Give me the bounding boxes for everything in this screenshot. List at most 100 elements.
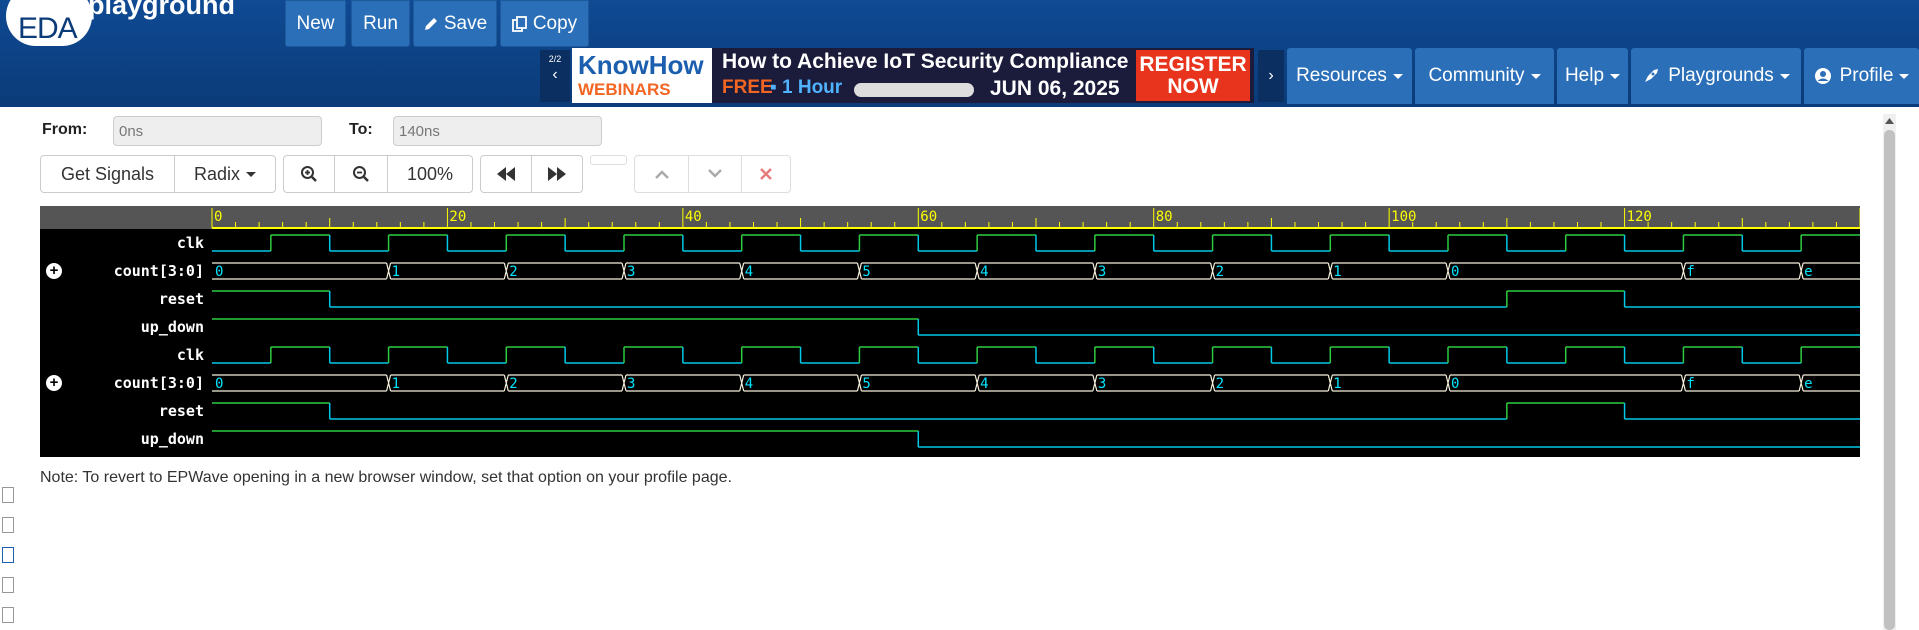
timeline-tick-label: 0 bbox=[214, 209, 222, 225]
save-button[interactable]: Save bbox=[413, 0, 497, 47]
bus-value: 0 bbox=[1451, 264, 1459, 280]
bus-value: 5 bbox=[862, 376, 870, 392]
bus-value: 5 bbox=[862, 264, 870, 280]
banner-prev-button[interactable]: 2/2 ‹ bbox=[540, 50, 570, 102]
bus-transition bbox=[1092, 374, 1098, 392]
bus-value: 1 bbox=[1333, 376, 1341, 392]
chevron-down-icon bbox=[708, 169, 722, 178]
bus-value: e bbox=[1804, 376, 1812, 392]
run-button[interactable]: Run bbox=[351, 0, 410, 47]
checkbox[interactable] bbox=[2, 547, 14, 563]
copy-button-label: Copy bbox=[532, 12, 578, 34]
empty-button[interactable] bbox=[590, 155, 627, 165]
timeline-tick-label: 80 bbox=[1156, 209, 1173, 225]
bus-value: 3 bbox=[1098, 264, 1106, 280]
new-button[interactable]: New bbox=[285, 0, 346, 47]
bus-transition bbox=[503, 262, 509, 280]
copy-button[interactable]: Copy bbox=[500, 0, 589, 47]
bus-transition bbox=[1209, 262, 1216, 280]
bus-value: e bbox=[1804, 264, 1812, 280]
copy-icon bbox=[511, 15, 527, 32]
pencil-icon bbox=[424, 17, 437, 30]
epwave-note: Note: To revert to EPWave opening in a n… bbox=[40, 469, 732, 486]
jump-start-button[interactable] bbox=[480, 155, 532, 193]
caret-down-icon bbox=[1899, 73, 1910, 79]
bus-transition bbox=[1445, 374, 1451, 392]
nav-profile-label: Profile bbox=[1839, 65, 1894, 86]
scrollbar-thumb[interactable] bbox=[1884, 130, 1895, 630]
bus-transition bbox=[739, 374, 745, 392]
bus-transition bbox=[974, 262, 980, 280]
caret-down-icon bbox=[1530, 73, 1541, 79]
fast-backward-icon bbox=[497, 167, 515, 181]
webinar-banner[interactable]: KnowHow WEBINARS How to Achieve IoT Secu… bbox=[572, 48, 1254, 103]
to-label: To: bbox=[349, 121, 373, 138]
banner-page-indicator: 2/2 bbox=[548, 54, 562, 64]
new-button-label: New bbox=[296, 12, 335, 34]
bus-transition bbox=[974, 374, 980, 392]
bus-transition bbox=[1209, 374, 1216, 392]
zoom-level[interactable]: 100% bbox=[387, 155, 473, 193]
nav-help[interactable]: Help bbox=[1557, 48, 1628, 104]
to-input[interactable] bbox=[393, 116, 602, 146]
move-up-button[interactable] bbox=[634, 155, 689, 193]
nav-profile[interactable]: Profile bbox=[1804, 48, 1919, 104]
bus-transition bbox=[1327, 262, 1333, 280]
bus-transition bbox=[1798, 262, 1804, 280]
move-down-button[interactable] bbox=[688, 155, 742, 193]
zoom-in-button[interactable] bbox=[283, 155, 335, 193]
background-editor-strip bbox=[0, 107, 18, 630]
banner-brand-1: KnowHow bbox=[578, 50, 704, 80]
chevron-right-icon[interactable]: › bbox=[1258, 50, 1284, 102]
rocket-icon bbox=[1645, 69, 1659, 82]
bus-value: 1 bbox=[392, 264, 400, 280]
bus-transition bbox=[621, 262, 627, 280]
logo-subtext[interactable]: playground bbox=[88, 0, 235, 21]
bus-value: 2 bbox=[509, 376, 517, 392]
logo-text[interactable]: EDA bbox=[18, 12, 78, 46]
nav-playgrounds[interactable]: Playgrounds bbox=[1631, 48, 1801, 104]
timeline-tick-label: 40 bbox=[685, 209, 702, 225]
close-icon bbox=[760, 168, 772, 180]
banner-slider bbox=[854, 83, 974, 97]
bus-value: 3 bbox=[627, 376, 635, 392]
bus-value: 4 bbox=[980, 376, 988, 392]
get-signals-button[interactable]: Get Signals bbox=[40, 155, 175, 193]
banner-duration: ▪ 1 Hour bbox=[770, 77, 843, 98]
bus-transition bbox=[1327, 374, 1333, 392]
bus-value: f bbox=[1686, 264, 1694, 280]
nav-community-label: Community bbox=[1428, 65, 1525, 86]
banner-register-button[interactable]: REGISTER NOW bbox=[1136, 50, 1250, 101]
nav-playgrounds-label: Playgrounds bbox=[1668, 65, 1774, 86]
bus-transition bbox=[385, 374, 392, 392]
chevron-left-icon: ‹ bbox=[552, 66, 558, 83]
checkbox[interactable] bbox=[2, 517, 14, 533]
nav-community[interactable]: Community bbox=[1415, 48, 1554, 104]
bus-transition bbox=[1445, 262, 1451, 280]
remove-signal-button[interactable] bbox=[741, 155, 791, 193]
checkbox[interactable] bbox=[2, 487, 14, 503]
nav-resources-label: Resources bbox=[1296, 65, 1387, 86]
waveform-canvas[interactable]: 0 20 40 60 80 100 120 0 1 2 3 4 5 4 3 2 1 0 f e 0 1 2 3 4 5 4 3 2 1 0 f… bbox=[40, 206, 1860, 457]
bus-transition bbox=[503, 374, 509, 392]
zoom-out-button[interactable] bbox=[334, 155, 388, 193]
radix-dropdown[interactable]: Radix bbox=[174, 155, 276, 193]
bus-transition bbox=[1092, 262, 1098, 280]
checkbox[interactable] bbox=[2, 577, 14, 593]
top-navbar: EDA playground New Run Save Copy 2/2 ‹ K… bbox=[0, 0, 1919, 107]
timeline-ruler bbox=[40, 206, 1860, 229]
checkbox[interactable] bbox=[2, 607, 14, 623]
from-input[interactable] bbox=[113, 116, 322, 146]
timeline-tick-label: 100 bbox=[1391, 209, 1416, 225]
caret-down-icon bbox=[1392, 73, 1403, 79]
nav-resources[interactable]: Resources bbox=[1287, 48, 1412, 104]
timeline-tick-label: 120 bbox=[1627, 209, 1652, 225]
waveform-viewer[interactable]: clk count[3:0] + reset up_down clk count[3:0] +… bbox=[40, 206, 1860, 457]
zoom-level-label: 100% bbox=[406, 163, 454, 184]
bus-value: 0 bbox=[215, 264, 223, 280]
scroll-up-arrow-icon[interactable] bbox=[1883, 114, 1896, 128]
bus-value: 1 bbox=[1333, 264, 1341, 280]
banner-brand-2: WEBINARS bbox=[578, 80, 671, 99]
banner-date: JUN 06, 2025 bbox=[990, 77, 1120, 100]
jump-end-button[interactable] bbox=[531, 155, 583, 193]
